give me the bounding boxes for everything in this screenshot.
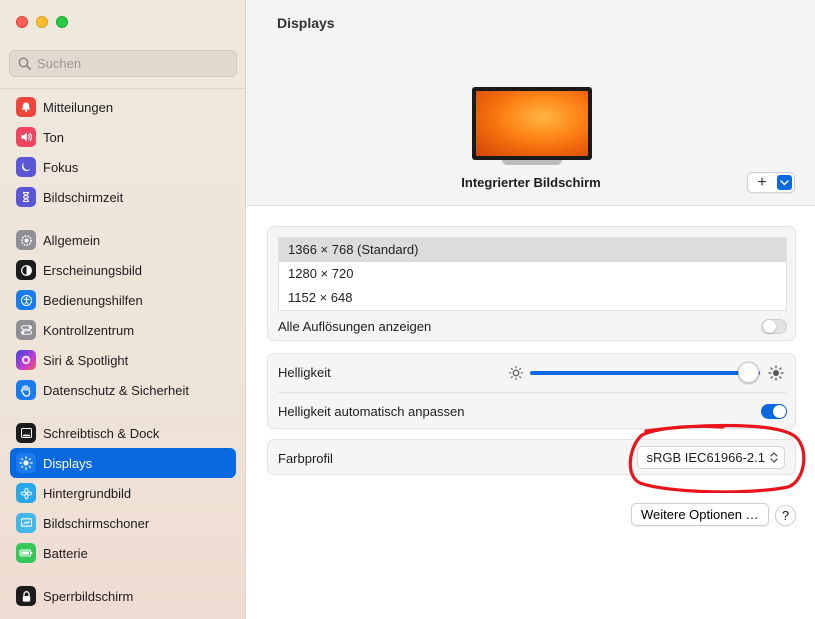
color-profile-label: Farbprofil [278, 450, 333, 466]
sun-low-icon [508, 365, 524, 381]
sidebar-item-label: Bedienungshilfen [43, 292, 143, 308]
help-button[interactable]: ? [775, 505, 796, 526]
brightness-slider[interactable] [530, 371, 760, 375]
sun-icon [16, 453, 36, 473]
sidebar-item-kontrollzentrum[interactable]: Kontrollzentrum [10, 315, 236, 345]
sidebar-item-label: Hintergrundbild [43, 485, 132, 501]
add-display-button[interactable]: + [747, 172, 795, 193]
resolution-card: 1366 × 768 (Standard) 1280 × 720 1152 × … [267, 226, 796, 341]
search-field[interactable] [9, 50, 237, 77]
sidebar-item-schreibtisch-dock[interactable]: Schreibtisch & Dock [10, 418, 236, 448]
sidebar-item-batterie[interactable]: Batterie [10, 538, 236, 568]
more-options-button[interactable]: Weitere Optionen … [631, 503, 769, 526]
sidebar-item-label: Kontrollzentrum [43, 322, 135, 338]
dock-icon [16, 423, 36, 443]
speaker-icon [16, 127, 36, 147]
minimize-window-button[interactable] [36, 16, 48, 28]
all-resolutions-toggle[interactable] [761, 318, 787, 334]
wallpaper-preview [476, 91, 588, 156]
brightness-label: Helligkeit [278, 365, 331, 380]
sidebar-item-bildschirmschoner[interactable]: Bildschirmschoner [10, 508, 236, 538]
updown-chevron-icon [770, 451, 778, 464]
chevron-down-icon[interactable] [777, 175, 792, 190]
sidebar-item-hintergrundbild[interactable]: Hintergrundbild [10, 478, 236, 508]
screensaver-icon [16, 513, 36, 533]
siri-icon [16, 350, 36, 370]
sidebar: Mitteilungen Ton Fokus Bildschirmzeit Al… [0, 0, 246, 619]
sidebar-item-ton[interactable]: Ton [10, 122, 236, 152]
window-controls [16, 16, 68, 28]
page-title: Displays [277, 15, 335, 31]
bell-icon [16, 97, 36, 117]
display-header: Displays Integrierter Bildschirm + [247, 0, 815, 206]
auto-brightness-label: Helligkeit automatisch anpassen [278, 403, 465, 419]
resolution-option[interactable]: 1152 × 648 [279, 286, 786, 310]
lock-icon [16, 586, 36, 606]
sidebar-item-label: Fokus [43, 159, 79, 175]
hourglass-icon [16, 187, 36, 207]
sidebar-item-label: Schreibtisch & Dock [43, 425, 160, 441]
appearance-icon [16, 260, 36, 280]
hand-icon [16, 380, 36, 400]
sidebar-item-displays[interactable]: Displays [10, 448, 236, 478]
color-profile-card: Farbprofil sRGB IEC61966-2.1 [267, 439, 796, 475]
sidebar-item-siri-spotlight[interactable]: Siri & Spotlight [10, 345, 236, 375]
close-window-button[interactable] [16, 16, 28, 28]
sidebar-item-erscheinungsbild[interactable]: Erscheinungsbild [10, 255, 236, 285]
flower-icon [16, 483, 36, 503]
sidebar-item-allgemein[interactable]: Allgemein [10, 225, 236, 255]
sidebar-item-label: Displays [43, 455, 93, 471]
main-panel: Displays Integrierter Bildschirm + 1366 … [247, 0, 815, 619]
display-name: Integrierter Bildschirm [461, 175, 601, 190]
sidebar-item-datenschutz[interactable]: Datenschutz & Sicherheit [10, 375, 236, 405]
sidebar-item-label: Mitteilungen [43, 99, 114, 115]
plus-icon: + [757, 173, 767, 191]
sidebar-item-fokus[interactable]: Fokus [10, 152, 236, 182]
battery-icon [16, 543, 36, 563]
all-resolutions-row: Alle Auflösungen anzeigen [268, 314, 797, 338]
sidebar-divider [0, 88, 246, 89]
sidebar-item-label: Bildschirmzeit [43, 189, 124, 205]
auto-brightness-toggle[interactable] [761, 403, 787, 419]
sidebar-item-label: Allgemein [43, 232, 101, 248]
sidebar-item-label: Ton [43, 129, 64, 145]
moon-icon [16, 157, 36, 177]
gear-icon [16, 230, 36, 250]
search-icon [18, 57, 31, 70]
sidebar-item-bildschirmzeit[interactable]: Bildschirmzeit [10, 182, 236, 212]
brightness-slider-knob[interactable] [738, 362, 759, 383]
sidebar-item-bedienungshilfen[interactable]: Bedienungshilfen [10, 285, 236, 315]
sidebar-item-label: Sperrbildschirm [43, 588, 134, 604]
toggles-icon [16, 320, 36, 340]
monitor-stand [502, 160, 562, 165]
sun-high-icon [768, 365, 784, 381]
resolution-list: 1366 × 768 (Standard) 1280 × 720 1152 × … [278, 237, 787, 311]
auto-brightness-row: Helligkeit automatisch anpassen [268, 393, 797, 429]
sidebar-item-sperrbildschirm[interactable]: Sperrbildschirm [10, 581, 236, 611]
all-resolutions-label: Alle Auflösungen anzeigen [278, 318, 432, 334]
brightness-card: Helligkeit Helligkeit automatisch anpass… [267, 353, 796, 429]
sidebar-item-label: Bildschirmschoner [43, 515, 150, 531]
zoom-window-button[interactable] [56, 16, 68, 28]
sidebar-item-label: Batterie [43, 545, 88, 561]
sidebar-item-mitteilungen[interactable]: Mitteilungen [10, 92, 236, 122]
search-input[interactable] [37, 56, 227, 71]
color-profile-select[interactable]: sRGB IEC61966-2.1 [637, 446, 785, 469]
resolution-option[interactable]: 1280 × 720 [279, 262, 786, 286]
sidebar-item-label: Siri & Spotlight [43, 352, 129, 368]
color-profile-value: sRGB IEC61966-2.1 [646, 450, 765, 465]
display-thumbnail[interactable] [472, 87, 592, 165]
sidebar-item-label: Datenschutz & Sicherheit [43, 382, 189, 398]
sidebar-item-label: Erscheinungsbild [43, 262, 143, 278]
resolution-option[interactable]: 1366 × 768 (Standard) [279, 238, 786, 262]
accessibility-icon [16, 290, 36, 310]
